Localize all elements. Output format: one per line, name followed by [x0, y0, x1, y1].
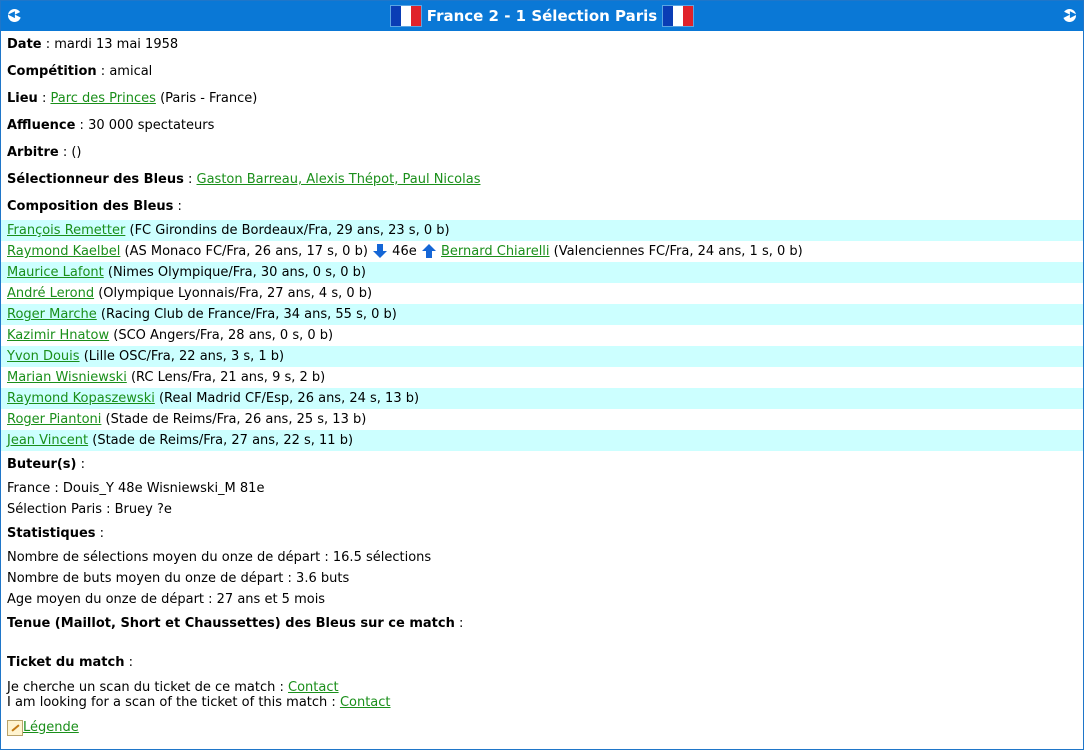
stats-label: Statistiques [7, 526, 96, 541]
ticket-en-text: I am looking for a scan of the ticket of… [7, 695, 336, 710]
player-detail: (Stade de Reims/Fra, 27 ans, 22 s, 11 b) [92, 433, 354, 448]
kit-heading: Tenue (Maillot, Short et Chaussettes) de… [7, 616, 464, 631]
lineup-heading: Composition des Bleus : [7, 199, 182, 214]
venue-link[interactable]: Parc des Princes [50, 91, 155, 106]
player-link[interactable]: Marian Wisniewski [7, 370, 127, 385]
france-flag-icon [663, 6, 694, 26]
substitution-in-icon [421, 243, 436, 258]
player-link[interactable]: Maurice Lafont [7, 265, 104, 280]
referee-row: Arbitre : () [7, 145, 82, 160]
player-detail: (Lille OSC/Fra, 22 ans, 3 s, 1 b) [83, 349, 285, 364]
ticket-heading: Ticket du match : [7, 655, 133, 670]
competition-value: amical [109, 64, 153, 79]
player-link[interactable]: André Lerond [7, 286, 94, 301]
lineup-label: Composition des Bleus [7, 199, 174, 214]
venue-location: (Paris - France) [160, 91, 258, 106]
list-item: François Remetter (FC Girondins de Borde… [1, 220, 1083, 241]
list-item: Jean Vincent (Stade de Reims/Fra, 27 ans… [1, 430, 1083, 451]
ticket-fr-text: Je cherche un scan du ticket de ce match… [7, 680, 284, 695]
contact-link-fr[interactable]: Contact [288, 680, 339, 695]
stats-age: Age moyen du onze de départ : 27 ans et … [7, 592, 326, 607]
kit-label: Tenue (Maillot, Short et Chaussettes) de… [7, 616, 455, 631]
list-item: Marian Wisniewski (RC Lens/Fra, 21 ans, … [1, 367, 1083, 388]
competition-label: Compétition [7, 64, 97, 79]
legend-row: Légende [1, 714, 1083, 741]
list-item: Yvon Douis (Lille OSC/Fra, 22 ans, 3 s, … [1, 346, 1083, 367]
venue-row: Lieu : Parc des Princes (Paris - France) [7, 91, 258, 106]
list-item: Roger Marche (Racing Club de France/Fra,… [1, 304, 1083, 325]
date-label: Date [7, 37, 42, 52]
player-detail: (Real Madrid CF/Esp, 26 ans, 24 s, 13 b) [158, 391, 420, 406]
legend-link[interactable]: Légende [23, 720, 79, 735]
attendance-value: 30 000 spectateurs [88, 118, 215, 133]
player-link[interactable]: François Remetter [7, 223, 125, 238]
list-item: Maurice Lafont (Nimes Olympique/Fra, 30 … [1, 262, 1083, 283]
list-item: Raymond Kaelbel (AS Monaco FC/Fra, 26 an… [1, 241, 1083, 262]
player-detail: (Stade de Reims/Fra, 26 ans, 25 s, 13 b) [105, 412, 367, 427]
scorers-label: Buteur(s) [7, 457, 77, 472]
coach-row: Sélectionneur des Bleus : Gaston Barreau… [7, 172, 481, 187]
pencil-note-icon [7, 719, 23, 736]
attendance-row: Affluence : 30 000 spectateurs [7, 118, 215, 133]
page-title: France 2 - 1 Sélection Paris [426, 7, 658, 25]
substitute-link[interactable]: Bernard Chiarelli [441, 244, 550, 259]
fast-forward-icon[interactable]: ▶▶ [1063, 9, 1077, 22]
stats-caps: Nombre de sélections moyen du onze de dé… [7, 550, 432, 565]
attendance-label: Affluence [7, 118, 76, 133]
title-bar: ◀◀ France 2 - 1 Sélection Paris ▶▶ [1, 1, 1083, 31]
player-detail: (Nimes Olympique/Fra, 30 ans, 0 s, 0 b) [107, 265, 366, 280]
player-link[interactable]: Kazimir Hnatow [7, 328, 109, 343]
referee-label: Arbitre [7, 145, 59, 160]
ticket-label: Ticket du match [7, 655, 125, 670]
ticket-fr-row: Je cherche un scan du ticket de ce match… [1, 680, 1083, 695]
list-item: Raymond Kopaszewski (Real Madrid CF/Esp,… [1, 388, 1083, 409]
rewind-icon[interactable]: ◀◀ [8, 9, 22, 22]
player-detail: (SCO Angers/Fra, 28 ans, 0 s, 0 b) [113, 328, 334, 343]
venue-label: Lieu [7, 91, 38, 106]
player-link[interactable]: Yvon Douis [7, 349, 80, 364]
referee-value: () [71, 145, 82, 160]
player-link[interactable]: Raymond Kopaszewski [7, 391, 155, 406]
stats-goals: Nombre de buts moyen du onze de départ :… [7, 571, 350, 586]
player-detail: (Racing Club de France/Fra, 34 ans, 55 s… [100, 307, 397, 322]
kit-spacer [1, 637, 1083, 649]
date-value: mardi 13 mai 1958 [54, 37, 179, 52]
scorers-heading: Buteur(s) : [7, 457, 85, 472]
player-link[interactable]: Roger Marche [7, 307, 97, 322]
substitution-minute: 46e [392, 244, 417, 259]
list-item: Kazimir Hnatow (SCO Angers/Fra, 28 ans, … [1, 325, 1083, 346]
substitute-detail: (Valenciennes FC/Fra, 24 ans, 1 s, 0 b) [553, 244, 803, 259]
player-link[interactable]: Jean Vincent [7, 433, 88, 448]
player-link[interactable]: Raymond Kaelbel [7, 244, 120, 259]
contact-link-en[interactable]: Contact [340, 695, 391, 710]
scorers-france: France : Douis_Y 48e Wisniewski_M 81e [7, 481, 265, 496]
coach-link[interactable]: Gaston Barreau, Alexis Thépot, Paul Nico… [197, 172, 481, 187]
competition-row: Compétition : amical [7, 64, 153, 79]
ticket-en-row: I am looking for a scan of the ticket of… [1, 695, 1083, 710]
player-detail: (AS Monaco FC/Fra, 26 ans, 17 s, 0 b) [124, 244, 368, 259]
player-detail: (RC Lens/Fra, 21 ans, 9 s, 2 b) [130, 370, 326, 385]
list-item: André Lerond (Olympique Lyonnais/Fra, 27… [1, 283, 1083, 304]
match-details: Date : mardi 13 mai 1958 Compétition : a… [1, 31, 1083, 741]
date-row: Date : mardi 13 mai 1958 [7, 37, 179, 52]
stats-heading: Statistiques : [7, 526, 105, 541]
player-detail: (Olympique Lyonnais/Fra, 27 ans, 4 s, 0 … [98, 286, 373, 301]
match-page: ◀◀ France 2 - 1 Sélection Paris ▶▶ Date … [0, 0, 1084, 750]
france-flag-icon [390, 6, 421, 26]
list-item: Roger Piantoni (Stade de Reims/Fra, 26 a… [1, 409, 1083, 430]
player-link[interactable]: Roger Piantoni [7, 412, 101, 427]
substitution-out-icon [373, 243, 388, 258]
lineup-list: François Remetter (FC Girondins de Borde… [1, 220, 1083, 451]
scorers-opponent: Sélection Paris : Bruey ?e [7, 502, 172, 517]
player-detail: (FC Girondins de Bordeaux/Fra, 29 ans, 2… [129, 223, 450, 238]
coach-label: Sélectionneur des Bleus [7, 172, 184, 187]
